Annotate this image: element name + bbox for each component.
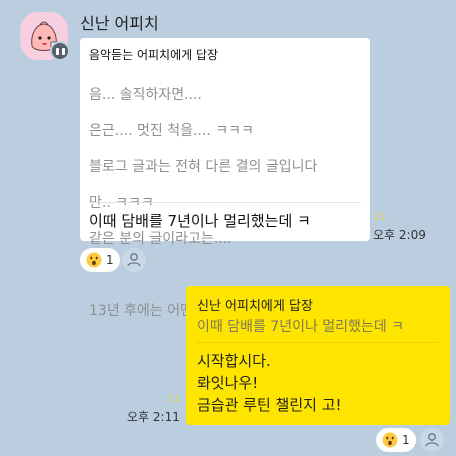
message-time: 오후 2:09 [373, 228, 426, 242]
quoted-line: 음... 솔직하자면.... [89, 87, 202, 103]
message-line: 금습관 루틴 챌린지 고! [197, 396, 342, 414]
reaction-chip[interactable]: 1 [80, 248, 120, 272]
add-reaction-button[interactable] [420, 428, 444, 452]
message-text: 이때 담배를 7년이나 멀리했는데 ㅋ [89, 212, 311, 230]
reply-divider [197, 342, 439, 343]
reply-divider [89, 202, 361, 203]
reply-header: 신난 어피치에게 답장 [197, 299, 313, 314]
reply-header: 음악듣는 어피치에게 답장 [89, 48, 219, 62]
message-line: 롸잇나우! [197, 374, 259, 392]
reaction-count: 1 [402, 433, 410, 447]
sent-message-bubble[interactable]: 신난 어피치에게 답장 이때 담배를 7년이나 멀리했는데 ㅋ 시작합시다. 롸… [186, 286, 450, 425]
person-icon [127, 253, 141, 267]
unread-count: 11 [373, 212, 386, 223]
unread-count: 11 [168, 394, 181, 405]
sender-name: 신난 어피치 [80, 14, 159, 33]
message-text: 시작합시다. 롸잇나우! 금습관 루틴 챌린지 고! [197, 350, 342, 416]
message-line: 시작합시다. [197, 352, 271, 370]
quoted-line: 블로그 글과는 전혀 다른 결의 글입니다 [89, 159, 318, 175]
quoted-line: 같은 분의 글이라고는.... [89, 231, 232, 247]
avatar-badge-icon [50, 41, 70, 61]
quoted-text[interactable]: 이때 담배를 7년이나 멀리했는데 ㅋ [197, 316, 404, 336]
person-icon [425, 433, 439, 447]
received-message-bubble[interactable]: 음악듣는 어피치에게 답장 음... 솔직하자면.... 은근.... 멋진 척… [80, 38, 370, 319]
surprised-face-icon [382, 432, 398, 448]
add-reaction-button[interactable] [122, 248, 146, 272]
surprised-face-icon [86, 252, 102, 268]
message-time: 오후 2:11 [127, 410, 180, 424]
quoted-line: 은근.... 멋진 척을.... ㅋㅋㅋ [89, 123, 254, 139]
reaction-count: 1 [106, 253, 114, 267]
reaction-chip[interactable]: 1 [376, 428, 416, 452]
